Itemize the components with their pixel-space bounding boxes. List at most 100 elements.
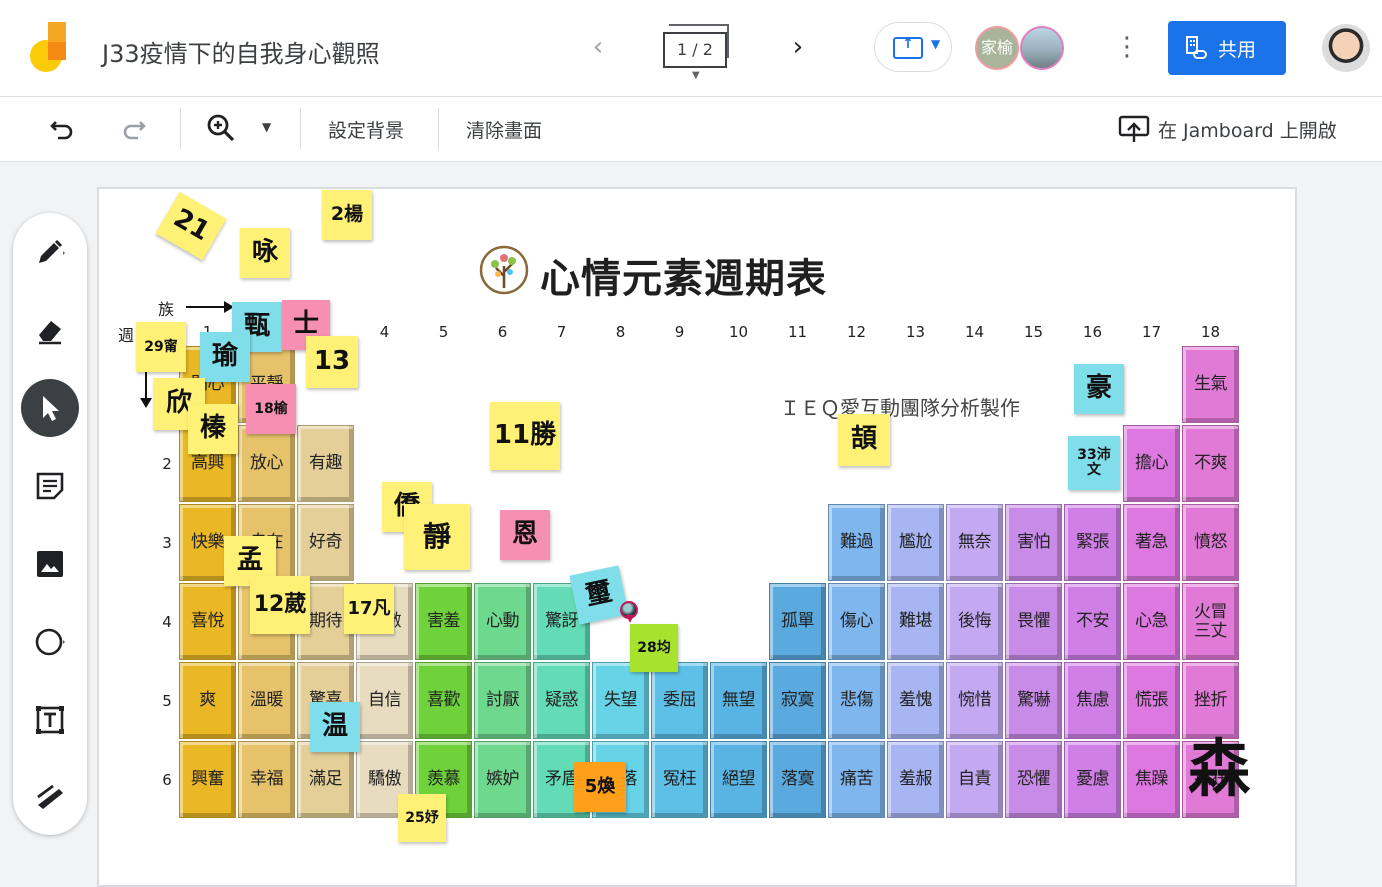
toolbar-divider — [180, 108, 181, 150]
share-button[interactable]: 共用 — [1168, 21, 1286, 75]
column-number: 9 — [674, 323, 685, 341]
share-label: 共用 — [1218, 39, 1257, 61]
sticky-note[interactable]: 2楊 — [322, 190, 372, 240]
column-number: 17 — [1141, 323, 1162, 341]
image-icon — [37, 551, 63, 577]
select-tool-button[interactable] — [21, 379, 79, 437]
laser-tool-button[interactable] — [21, 769, 79, 827]
shape-tool-button[interactable] — [21, 613, 79, 671]
emotion-cell: 自信 — [356, 662, 413, 739]
emotion-cell: 惋惜 — [946, 662, 1003, 739]
periodic-table-title: 心情元素週期表 — [540, 256, 827, 302]
emotion-cell: 溫暖 — [238, 662, 295, 739]
sticky-note[interactable]: 咏 — [240, 228, 290, 278]
emotion-cell: 擔心 — [1123, 425, 1180, 502]
jamboard-logo[interactable] — [30, 22, 70, 74]
emotion-cell: 驚嚇 — [1005, 662, 1062, 739]
caret-down-icon[interactable]: ▼ — [692, 70, 700, 81]
row-number: 2 — [162, 455, 172, 473]
column-number: 5 — [438, 323, 449, 341]
sticky-note[interactable]: 靜 — [404, 504, 470, 570]
sticky-note[interactable]: 温 — [310, 702, 360, 752]
column-number: 14 — [964, 323, 985, 341]
column-number: 7 — [556, 323, 567, 341]
emotion-cell: 挫折 — [1182, 662, 1239, 739]
emotion-cell: 害怕 — [1005, 504, 1062, 581]
circle-icon — [35, 628, 65, 656]
chevron-right-icon: › — [792, 32, 804, 62]
document-title[interactable]: J33疫情下的自我身心觀照 — [102, 34, 380, 69]
emotion-cell: 心急 — [1123, 583, 1180, 660]
sticky-note[interactable]: 29甯 — [136, 322, 186, 372]
building-link-icon — [1186, 36, 1207, 59]
emotion-cell: 尷尬 — [887, 504, 944, 581]
emotion-cell: 慌張 — [1123, 662, 1180, 739]
column-number: 8 — [615, 323, 626, 341]
emotion-cell: 幸福 — [238, 741, 295, 818]
sticky-note[interactable]: 榛 — [188, 404, 238, 454]
emotion-cell: 討厭 — [474, 662, 531, 739]
emotion-cell: 憂慮 — [1064, 741, 1121, 818]
undo-icon[interactable] — [48, 114, 76, 142]
present-button[interactable]: ↑ ▼ — [874, 22, 952, 72]
open-in-jamboard-button[interactable]: 在 Jamboard 上開啟 — [1158, 116, 1337, 143]
previous-frame-button[interactable]: ‹ — [584, 32, 612, 64]
sticky-note[interactable]: 12葳 — [250, 576, 310, 634]
sticky-note[interactable]: 豪 — [1074, 364, 1124, 414]
sticky-note-tool-button[interactable] — [21, 457, 79, 515]
emotion-cell: 不安 — [1064, 583, 1121, 660]
set-background-button[interactable]: 設定背景 — [328, 116, 404, 143]
frame-counter[interactable]: 1 / 2 — [663, 24, 729, 68]
sticky-note[interactable]: 28均 — [630, 624, 678, 672]
toolbar-divider — [300, 108, 301, 150]
pen-tool-button[interactable] — [21, 223, 79, 281]
next-frame-button[interactable]: › — [784, 32, 812, 64]
image-tool-button[interactable] — [21, 535, 79, 593]
sticky-note[interactable]: 5煥 — [574, 762, 626, 812]
sticky-note[interactable]: 頡 — [838, 414, 890, 466]
sticky-note[interactable]: 璽 — [569, 565, 629, 625]
emotion-cell: 難堪 — [887, 583, 944, 660]
emotion-cell: 著急 — [1123, 504, 1180, 581]
sticky-note[interactable]: 33沛 文 — [1068, 436, 1120, 490]
emotion-cell: 爽 — [179, 662, 236, 739]
row-number: 4 — [162, 613, 172, 631]
redo-icon[interactable] — [120, 114, 148, 142]
pin-tip — [626, 615, 634, 623]
zoom-in-icon[interactable] — [206, 113, 236, 143]
caret-down-icon: ▼ — [931, 37, 941, 51]
more-options-icon[interactable]: ⋮ — [1114, 30, 1140, 66]
sticky-note[interactable]: 18榆 — [246, 384, 296, 434]
arrow-right-icon — [186, 301, 234, 313]
emotion-cell: 緊張 — [1064, 504, 1121, 581]
user-account-avatar[interactable] — [1322, 24, 1370, 72]
column-number: 10 — [728, 323, 749, 341]
sticky-note[interactable]: 13 — [306, 336, 358, 388]
emotion-cell: 傷心 — [828, 583, 885, 660]
emotion-cell: 羞愧 — [887, 662, 944, 739]
sticky-note[interactable]: 瑜 — [200, 332, 250, 382]
emotion-cell: 痛苦 — [828, 741, 885, 818]
emotion-cell: 落寞 — [769, 741, 826, 818]
arrow-down-icon — [140, 372, 152, 408]
emotion-cell: 焦慮 — [1064, 662, 1121, 739]
eraser-tool-button[interactable] — [21, 301, 79, 359]
sticky-note[interactable]: 恩 — [500, 510, 550, 560]
collaborator-avatar-photo[interactable] — [1020, 26, 1064, 70]
laser-icon — [37, 784, 63, 809]
row-number: 6 — [162, 771, 172, 789]
open-in-app-icon[interactable] — [1118, 114, 1150, 144]
sticky-note[interactable]: 25妤 — [398, 794, 446, 842]
collaborator-avatar[interactable]: 家榆 — [975, 26, 1019, 70]
zoom-caret-down-icon[interactable]: ▼ — [262, 120, 271, 134]
sticky-note[interactable]: 11勝 — [490, 402, 560, 470]
arrow-up-icon: ↑ — [902, 36, 914, 52]
handwritten-text[interactable]: 森 — [1188, 734, 1250, 804]
sticky-note[interactable]: 17凡 — [344, 584, 394, 634]
clear-frame-button[interactable]: 清除畫面 — [466, 116, 542, 143]
emotion-cell: 委屈 — [651, 662, 708, 739]
emotion-cell: 後悔 — [946, 583, 1003, 660]
emotion-cell: 喜悅 — [179, 583, 236, 660]
text-box-tool-button[interactable] — [21, 691, 79, 749]
row-number: 5 — [162, 692, 172, 710]
